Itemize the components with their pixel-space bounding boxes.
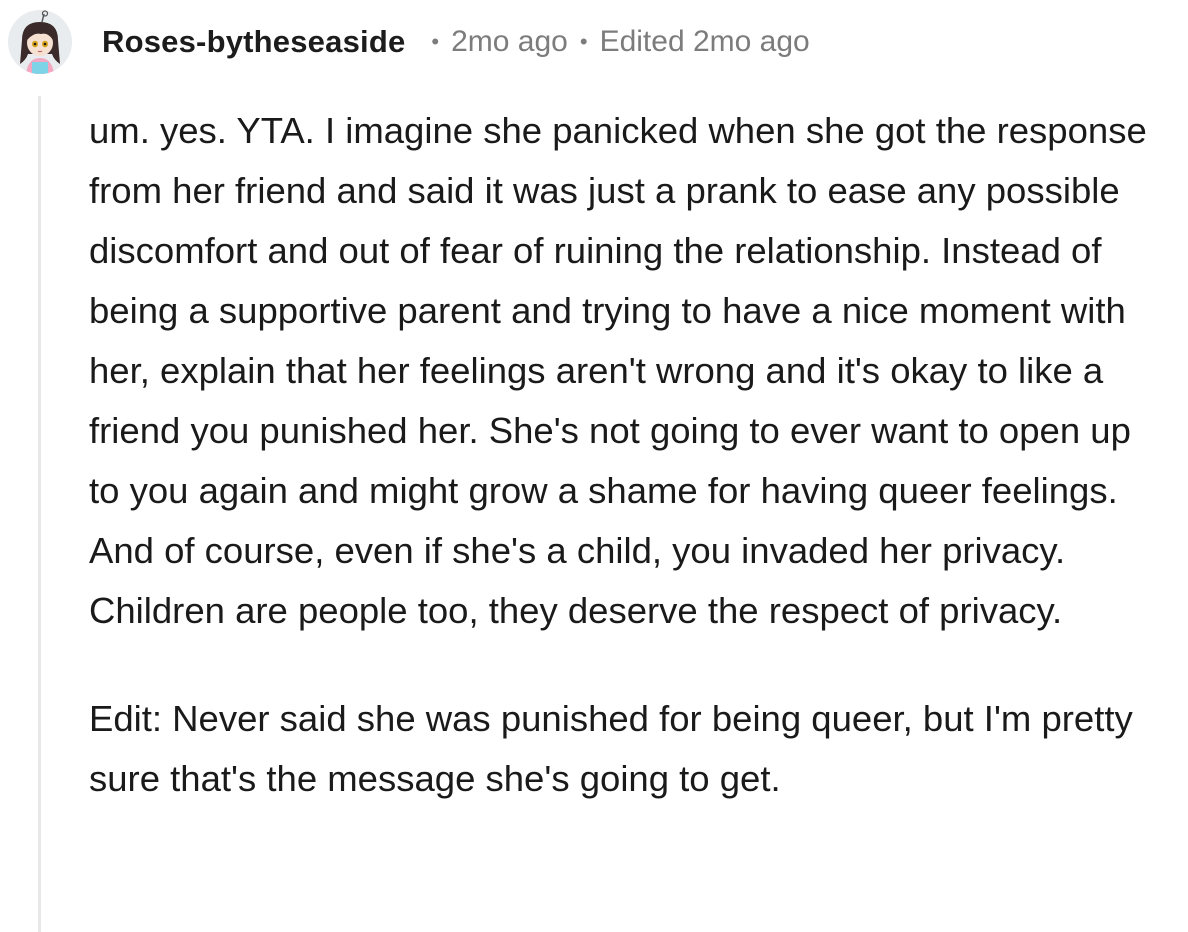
avatar-icon (8, 10, 72, 74)
author-username[interactable]: Roses-bytheseaside (102, 24, 405, 60)
meta-separator: • (431, 29, 440, 54)
comment-body: um. yes. YTA. I imagine she panicked whe… (89, 101, 1169, 809)
comment-paragraph: um. yes. YTA. I imagine she panicked whe… (89, 110, 1147, 631)
edited-timestamp: Edited 2mo ago (599, 25, 810, 58)
comment-edit-paragraph: Edit: Never said she was punished for be… (89, 698, 1133, 799)
avatar[interactable] (8, 10, 72, 74)
comment: Roses-bytheseaside • 2mo ago • Edited 2m… (0, 0, 1188, 932)
meta-separator: • (579, 29, 588, 54)
comment-timestamp[interactable]: 2mo ago (451, 25, 568, 59)
thread-collapse-line[interactable] (38, 96, 41, 932)
comment-header: Roses-bytheseaside • 2mo ago • Edited 2m… (8, 6, 810, 78)
